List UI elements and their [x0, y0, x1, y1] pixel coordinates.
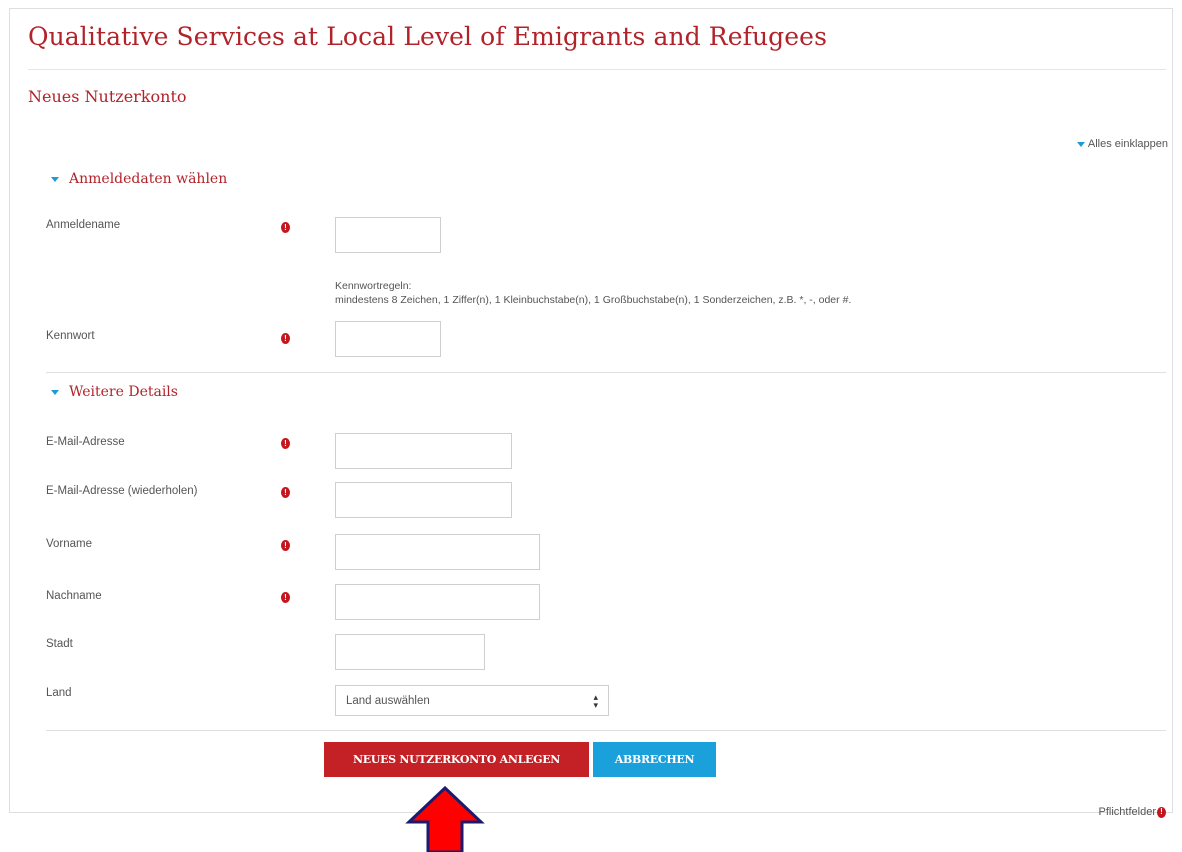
- divider: [46, 730, 1166, 731]
- section-title: Weitere Details: [69, 384, 178, 400]
- email-repeat-input[interactable]: [335, 482, 512, 518]
- select-arrows-icon: ▴ ▾: [593, 691, 598, 710]
- collapse-all-link[interactable]: Alles einklappen: [1076, 138, 1168, 150]
- required-icon: !: [281, 540, 290, 551]
- site-title: Qualitative Services at Local Level of E…: [28, 22, 828, 51]
- city-label: Stadt: [46, 638, 73, 650]
- country-select-value: Land auswählen: [346, 694, 430, 707]
- section-header-login[interactable]: Anmeldedaten wählen: [51, 171, 227, 187]
- section-toggle-icon: [51, 389, 59, 395]
- lastname-label: Nachname: [46, 590, 102, 602]
- country-label: Land: [46, 687, 72, 699]
- username-label: Anmeldename: [46, 219, 121, 231]
- collapse-triangle-icon: [1076, 141, 1085, 147]
- password-label: Kennwort: [46, 330, 95, 342]
- required-icon: !: [1157, 806, 1166, 818]
- email-label: E-Mail-Adresse: [46, 436, 125, 448]
- divider: [46, 372, 1166, 373]
- required-fields-note: Pflichtfelder !: [1099, 806, 1166, 818]
- required-icon: !: [281, 222, 290, 233]
- email-repeat-label: E-Mail-Adresse (wiederholen): [46, 485, 198, 497]
- divider: [28, 69, 1166, 70]
- required-icon: !: [281, 333, 290, 344]
- password-input[interactable]: [335, 321, 441, 357]
- firstname-label: Vorname: [46, 538, 93, 550]
- lastname-input[interactable]: [335, 584, 540, 620]
- city-input[interactable]: [335, 634, 485, 670]
- password-rules-text: mindestens 8 Zeichen, 1 Ziffer(n), 1 Kle…: [335, 294, 852, 306]
- section-toggle-icon: [51, 176, 59, 182]
- country-select[interactable]: Land auswählen ▴ ▾: [335, 685, 609, 716]
- collapse-all-label: Alles einklappen: [1087, 138, 1168, 150]
- required-icon: !: [281, 592, 290, 603]
- section-header-details[interactable]: Weitere Details: [51, 384, 178, 400]
- username-input[interactable]: [335, 217, 441, 253]
- firstname-input[interactable]: [335, 534, 540, 570]
- page-heading: Neues Nutzerkonto: [28, 87, 187, 106]
- password-rules-title: Kennwortregeln:: [335, 280, 412, 292]
- required-icon: !: [281, 438, 290, 449]
- email-input[interactable]: [335, 433, 512, 469]
- section-title: Anmeldedaten wählen: [69, 171, 228, 187]
- required-icon: !: [281, 487, 290, 498]
- password-rules: Kennwortregeln: mindestens 8 Zeichen, 1 …: [335, 279, 851, 307]
- annotation-arrow-icon: [405, 786, 485, 852]
- create-account-button[interactable]: NEUES NUTZERKONTO ANLEGEN: [324, 742, 589, 777]
- cancel-button[interactable]: ABBRECHEN: [593, 742, 716, 777]
- required-note-label: Pflichtfelder: [1098, 806, 1156, 818]
